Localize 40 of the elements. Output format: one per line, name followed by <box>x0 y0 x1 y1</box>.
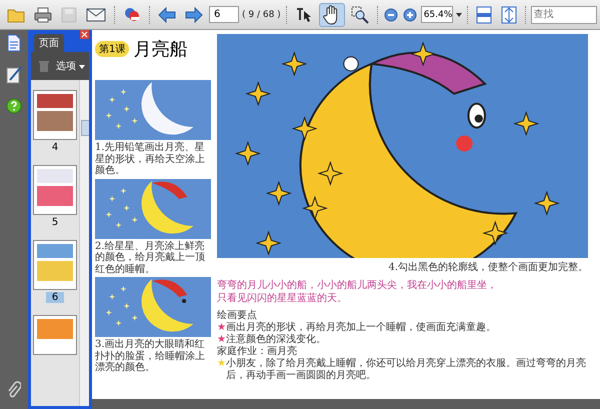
paperclip-icon[interactable] <box>7 381 21 399</box>
search-field[interactable]: 查找 <box>530 6 597 24</box>
page-thumbnail[interactable] <box>33 315 77 355</box>
page-number-label[interactable]: 6 <box>46 292 64 303</box>
hand-tool-button[interactable] <box>318 2 345 26</box>
page-number-label[interactable]: 4 <box>46 142 64 153</box>
tip-text: 小朋友，除了给月亮戴上睡帽，你还可以给月亮穿上漂亮的衣服。画过弯弯的月亮后，再动手画一画圆圆的月亮吧。 <box>226 358 587 382</box>
caret-icon <box>79 65 85 69</box>
pages-tab[interactable]: 页面 <box>34 34 64 52</box>
image-caption: 4.勾出黑色的轮廓线，使整个画面更加完整。 <box>388 260 588 274</box>
text-cursor-icon <box>294 6 313 24</box>
page-count: ( 9 / 68 ) <box>242 10 281 20</box>
homework-text: 家庭作业：画月亮 <box>217 346 297 358</box>
page-thumbnail[interactable] <box>33 165 77 215</box>
pages-icon[interactable] <box>7 34 21 52</box>
lesson-title: 月亮船 <box>133 38 188 61</box>
zoom-field[interactable]: 65.4% <box>420 6 453 23</box>
star-bullet: ★ <box>217 322 226 334</box>
step-caption: 2.给星星、月亮涂上鲜亮的颜色，给月亮戴上一顶红色的睡帽。 <box>95 240 206 275</box>
signature-icon[interactable] <box>6 66 22 84</box>
options-menu[interactable]: 选项 <box>56 59 85 73</box>
overlapping-circles-icon <box>123 6 141 24</box>
star-bullet: ★ <box>217 334 226 346</box>
notes-heading: 绘画要点 <box>217 310 257 322</box>
page-number-field[interactable]: 6 <box>209 6 239 23</box>
step-caption: 3.画出月亮的大眼睛和红扑扑的脸蛋，给睡帽涂上漂亮的颜色。 <box>95 339 206 374</box>
page-thumbnail[interactable] <box>33 240 77 290</box>
tip-text: 注意颜色的深浅变化。 <box>226 334 326 346</box>
help-icon[interactable] <box>6 98 22 114</box>
lesson-badge: 第1课 <box>95 41 130 57</box>
dropdown-arrow-icon[interactable] <box>456 12 462 16</box>
page-number-label[interactable]: 5 <box>46 217 64 228</box>
close-icon[interactable] <box>80 30 89 39</box>
page-thumbnail[interactable] <box>33 90 77 140</box>
star-bullet: ★ <box>217 358 226 371</box>
scrollbar[interactable] <box>79 80 89 406</box>
poem-line: 只看见闪闪的星星蓝蓝的天。 <box>217 292 348 305</box>
poem-line: 弯弯的月儿小小的船，小小的船儿两头尖，我在小小的船里坐， <box>217 280 498 292</box>
step-caption: 1.先用铅笔画出月亮、星星的形状，再给天空涂上颜色。 <box>95 142 206 176</box>
tip-text: 画出月亮的形状，再给月亮加上一个睡帽，使画面充满童趣。 <box>226 322 496 334</box>
